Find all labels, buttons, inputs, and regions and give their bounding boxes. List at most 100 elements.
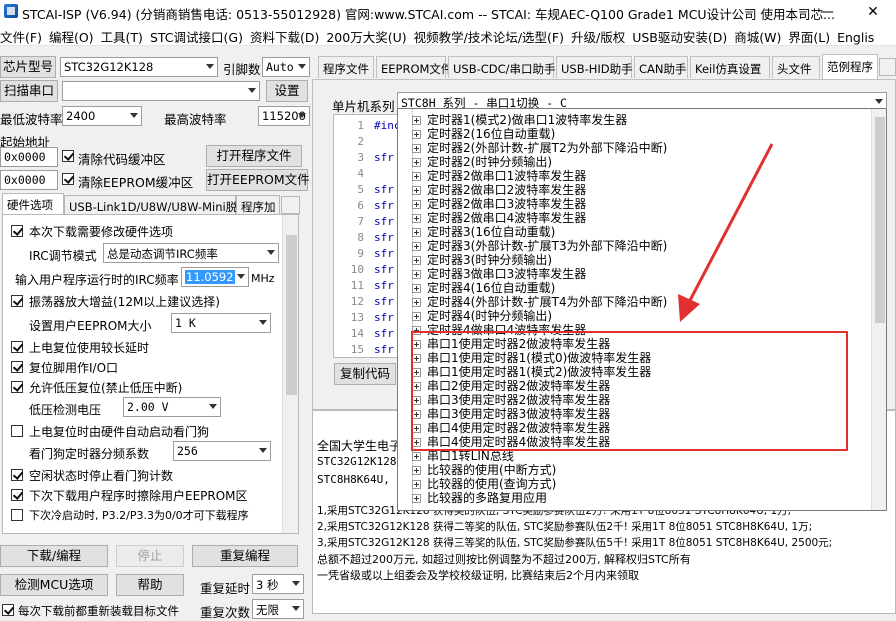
opt-cold-start-checkbox[interactable] <box>11 509 23 521</box>
port-select[interactable] <box>62 81 260 101</box>
opt-wdt-auto-checkbox[interactable] <box>11 425 23 437</box>
repeat-program-button[interactable]: 重复编程 <box>192 545 298 567</box>
tree-item[interactable]: 定时器4(16位自动重载) <box>412 281 555 295</box>
tab-can[interactable]: CAN助手 <box>634 56 688 78</box>
menu-program[interactable]: 编程(O) <box>49 24 101 46</box>
download-program-button[interactable]: 下载/编程 <box>0 545 108 567</box>
tree-item[interactable]: 定时器3(外部计数-扩展T3为外部下降沿中断) <box>412 239 667 253</box>
right-tab-scroll-arrows[interactable] <box>879 58 896 76</box>
expand-plus-icon[interactable] <box>412 480 421 489</box>
menu-interface[interactable]: 界面(L) <box>788 24 837 46</box>
menu-tools[interactable]: 工具(T) <box>101 24 150 46</box>
scrollbar-thumb[interactable] <box>875 117 885 323</box>
expand-plus-icon[interactable] <box>412 466 421 475</box>
tree-item[interactable]: 定时器2(时钟分频输出) <box>412 155 552 169</box>
tree-item[interactable]: 定时器3(16位自动重载) <box>412 225 555 239</box>
tree-item[interactable]: 串口1转LIN总线 <box>412 449 514 463</box>
tree-item[interactable]: 定时器2做串口4波特率发生器 <box>412 211 586 225</box>
tab-eeprom-file[interactable]: EEPROM文件 <box>376 56 452 78</box>
expand-plus-icon[interactable] <box>412 312 421 321</box>
tab-header-file[interactable]: 头文件 <box>772 56 820 78</box>
eeprom-size-select[interactable]: 1 K <box>171 313 271 333</box>
tree-item[interactable]: 定时器2(外部计数-扩展T2为外部下降沿中断) <box>412 141 667 155</box>
min-baud-select[interactable]: 2400 <box>62 106 142 126</box>
menu-video[interactable]: 视频教学/技术论坛/选型(F) <box>414 24 571 46</box>
tree-item[interactable]: 定时器4(时钟分频输出) <box>412 309 552 323</box>
tree-item[interactable]: 定时器3(时钟分频输出) <box>412 253 552 267</box>
repeat-delay-select[interactable]: 3 秒 <box>252 574 304 594</box>
tree-item[interactable]: 比较器的使用(中断方式) <box>412 463 556 477</box>
close-button[interactable]: ✕ <box>850 0 896 24</box>
repeat-count-select[interactable]: 无限 <box>252 599 304 619</box>
minimize-button[interactable]: — <box>804 0 850 24</box>
address-field-2[interactable]: 0x0000 <box>0 170 58 190</box>
expand-plus-icon[interactable] <box>412 130 421 139</box>
opt-erase-eeprom-checkbox[interactable] <box>11 489 23 501</box>
expand-plus-icon[interactable] <box>412 228 421 237</box>
tree-scrollbar[interactable] <box>871 109 886 510</box>
hw-options-scrollbar[interactable] <box>282 215 298 533</box>
scrollbar-thumb[interactable] <box>286 235 297 395</box>
tab-usb-cdc[interactable]: USB-CDC/串口助手 <box>448 56 556 78</box>
opt-idle-stop-wdt-checkbox[interactable] <box>11 469 23 481</box>
expand-plus-icon[interactable] <box>412 452 421 461</box>
expand-plus-icon[interactable] <box>412 270 421 279</box>
lvd-select[interactable]: 2.00 V <box>123 397 221 417</box>
tab-keil[interactable]: Keil仿真设置 <box>690 56 770 78</box>
opt-low-voltage-reset-checkbox[interactable] <box>11 381 23 393</box>
tree-item[interactable]: 比较器的多路复用应用 <box>412 491 547 505</box>
tree-item[interactable]: 定时器2做串口1波特率发生器 <box>412 169 586 183</box>
reload-file-checkbox[interactable] <box>2 604 14 616</box>
chip-model-select[interactable]: STC32G12K128 <box>60 57 218 77</box>
tree-item[interactable]: 定时器2(16位自动重载) <box>412 127 555 141</box>
tab-usb-link[interactable]: USB-Link1D/U8W/U8W-Mini脱机 <box>64 195 249 215</box>
expand-plus-icon[interactable] <box>412 284 421 293</box>
irc-mode-select[interactable]: 总是动态调节IRC频率 <box>103 243 279 263</box>
expand-plus-icon[interactable] <box>412 200 421 209</box>
clear-eeprom-checkbox[interactable] <box>62 173 74 185</box>
detect-mcu-button[interactable]: 检测MCU选项 <box>0 574 108 596</box>
max-baud-select[interactable]: 115200 <box>258 106 310 126</box>
help-button[interactable]: 帮助 <box>116 574 184 596</box>
menu-debug[interactable]: STC调试接口(G) <box>150 24 250 46</box>
expand-plus-icon[interactable] <box>412 214 421 223</box>
open-eeprom-button[interactable]: 打开EEPROM文件 <box>206 169 310 191</box>
tree-item[interactable]: 定时器1(模式2)做串口1波特率发生器 <box>412 113 627 127</box>
tab-usb-hid[interactable]: USB-HID助手 <box>556 56 633 78</box>
expand-plus-icon[interactable] <box>412 158 421 167</box>
expand-plus-icon[interactable] <box>412 186 421 195</box>
opt-long-reset-delay-checkbox[interactable] <box>11 341 23 353</box>
settings-button[interactable]: 设置 <box>266 80 308 102</box>
opt-reset-pin-io-checkbox[interactable] <box>11 361 23 373</box>
irc-freq-select[interactable]: 11.0592 <box>181 267 249 287</box>
menu-prize[interactable]: 200万大奖(U) <box>326 24 413 46</box>
address-field-1[interactable]: 0x0000 <box>0 147 58 167</box>
tree-item[interactable]: 定时器2做串口3波特率发生器 <box>412 197 586 211</box>
clear-code-checkbox[interactable] <box>62 150 74 162</box>
scan-port-button[interactable]: 扫描串口 <box>0 80 58 102</box>
menu-english[interactable]: Englis <box>837 27 881 45</box>
expand-plus-icon[interactable] <box>412 494 421 503</box>
tree-item[interactable]: 定时器4(外部计数-扩展T4为外部下降沿中断) <box>412 295 667 309</box>
menu-usb-driver[interactable]: USB驱动安装(D) <box>632 24 734 46</box>
expand-plus-icon[interactable] <box>412 242 421 251</box>
menu-download[interactable]: 资料下载(D) <box>250 24 326 46</box>
tree-item[interactable]: 定时器3做串口3波特率发生器 <box>412 267 586 281</box>
tab-hardware-options[interactable]: 硬件选项 <box>2 193 64 215</box>
expand-plus-icon[interactable] <box>412 172 421 181</box>
expand-plus-icon[interactable] <box>412 116 421 125</box>
tab-program-encrypt[interactable]: 程序加 <box>236 195 280 215</box>
expand-plus-icon[interactable] <box>412 298 421 307</box>
tab-program-file[interactable]: 程序文件 <box>318 56 374 78</box>
menu-file[interactable]: 文件(F) <box>0 24 49 46</box>
tree-item[interactable]: 定时器2做串口2波特率发生器 <box>412 183 586 197</box>
menu-store[interactable]: 商城(W) <box>734 24 788 46</box>
stop-button[interactable]: 停止 <box>116 545 184 567</box>
opt-amp-gain-checkbox[interactable] <box>11 295 23 307</box>
expand-plus-icon[interactable] <box>412 256 421 265</box>
open-program-button[interactable]: 打开程序文件 <box>206 145 302 167</box>
tab-example-program[interactable]: 范例程序 <box>822 54 878 79</box>
pin-count-select[interactable]: Auto <box>262 57 310 77</box>
copy-code-button[interactable]: 复制代码 <box>334 363 396 385</box>
wdt-prescaler-select[interactable]: 256 <box>173 441 271 461</box>
